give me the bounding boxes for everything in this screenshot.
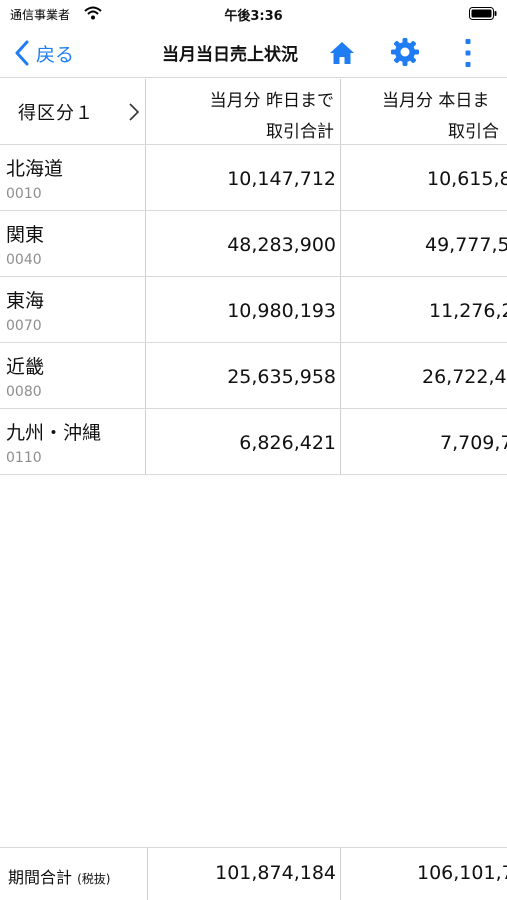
value-cell-to-today: 7,709,7 bbox=[342, 409, 507, 474]
region-cell: 九州・沖縄 0110 bbox=[0, 409, 146, 474]
back-label: 戻る bbox=[36, 43, 75, 66]
column-header-line1: 当月分 昨日まで bbox=[209, 91, 334, 111]
chevron-left-icon bbox=[15, 40, 29, 66]
value-cell-to-yesterday: 10,980,193 bbox=[147, 277, 341, 342]
column-header-line2: 取引合計 bbox=[266, 122, 334, 142]
table-row[interactable]: 東海 0070 10,980,193 11,276,2 bbox=[0, 277, 507, 343]
total-to-yesterday: 101,874,184 bbox=[215, 862, 336, 884]
status-time: 午後3:36 bbox=[224, 9, 283, 24]
battery-icon bbox=[469, 7, 497, 20]
value-cell-to-today: 26,722,4 bbox=[342, 343, 507, 408]
period-total-row: 期間合計 (税抜) 101,874,184 106,101,7 bbox=[0, 847, 507, 900]
value-to-today: 11,276,2 bbox=[429, 300, 507, 322]
total-cell-to-today: 106,101,7 bbox=[342, 848, 507, 900]
value-cell-to-yesterday: 48,283,900 bbox=[147, 211, 341, 276]
navigation-bar: 戻る 当月当日売上状況 bbox=[0, 28, 507, 78]
region-cell: 北海道 0010 bbox=[0, 145, 146, 210]
gear-icon[interactable] bbox=[390, 37, 420, 67]
more-vertical-icon[interactable] bbox=[458, 37, 478, 69]
value-to-today: 26,722,4 bbox=[422, 366, 507, 388]
value-cell-to-today: 11,276,2 bbox=[342, 277, 507, 342]
back-button[interactable]: 戻る bbox=[14, 38, 74, 68]
column-header-line1: 当月分 本日ま bbox=[382, 91, 490, 111]
sales-table: 得区分１ 当月分 昨日まで 取引合計 当月分 本日ま 取引合 北海道 0010 … bbox=[0, 79, 507, 475]
table-row[interactable]: 関東 0040 48,283,900 49,777,5 bbox=[0, 211, 507, 277]
region-name: 近畿 bbox=[6, 356, 45, 378]
region-code: 0070 bbox=[6, 318, 42, 334]
column-header-to-today: 当月分 本日ま 取引合 bbox=[342, 79, 507, 144]
value-to-yesterday: 6,826,421 bbox=[239, 432, 336, 454]
total-to-today: 106,101,7 bbox=[417, 862, 507, 884]
value-to-today: 10,615,8 bbox=[427, 168, 507, 190]
table-header-row: 得区分１ 当月分 昨日まで 取引合計 当月分 本日ま 取引合 bbox=[0, 79, 507, 145]
region-code: 0110 bbox=[6, 450, 42, 466]
tax-excluded-note: (税抜) bbox=[77, 872, 111, 886]
group-selector-label: 得区分１ bbox=[18, 102, 94, 124]
value-to-today: 49,777,5 bbox=[425, 234, 507, 256]
value-to-today: 7,709,7 bbox=[440, 432, 507, 454]
region-name: 九州・沖縄 bbox=[6, 422, 102, 444]
region-cell: 近畿 0080 bbox=[0, 343, 146, 408]
value-cell-to-yesterday: 6,826,421 bbox=[147, 409, 341, 474]
status-bar: 通信事業者 午後3:36 bbox=[0, 0, 507, 28]
region-code: 0010 bbox=[6, 186, 42, 202]
value-to-yesterday: 10,980,193 bbox=[227, 300, 336, 322]
page-title: 当月当日売上状況 bbox=[162, 45, 298, 65]
home-icon[interactable] bbox=[328, 39, 356, 67]
value-to-yesterday: 48,283,900 bbox=[227, 234, 336, 256]
period-total-label: 期間合計 (税抜) bbox=[8, 864, 110, 888]
group-selector[interactable]: 得区分１ bbox=[0, 79, 146, 144]
region-code: 0040 bbox=[6, 252, 42, 268]
region-name: 東海 bbox=[6, 290, 45, 312]
value-to-yesterday: 25,635,958 bbox=[227, 366, 336, 388]
value-cell-to-yesterday: 10,147,712 bbox=[147, 145, 341, 210]
total-cell-to-yesterday: 101,874,184 bbox=[147, 848, 341, 900]
region-cell: 関東 0040 bbox=[0, 211, 146, 276]
period-total-title: 期間合計 bbox=[8, 868, 73, 887]
column-header-line2: 取引合 bbox=[448, 122, 499, 142]
value-cell-to-today: 10,615,8 bbox=[342, 145, 507, 210]
region-name: 関東 bbox=[6, 224, 45, 246]
table-row[interactable]: 北海道 0010 10,147,712 10,615,8 bbox=[0, 145, 507, 211]
table-row[interactable]: 九州・沖縄 0110 6,826,421 7,709,7 bbox=[0, 409, 507, 475]
value-cell-to-yesterday: 25,635,958 bbox=[147, 343, 341, 408]
region-code: 0080 bbox=[6, 384, 42, 400]
region-cell: 東海 0070 bbox=[0, 277, 146, 342]
chevron-right-icon bbox=[129, 103, 140, 121]
value-cell-to-today: 49,777,5 bbox=[342, 211, 507, 276]
region-name: 北海道 bbox=[6, 158, 64, 180]
column-header-to-yesterday: 当月分 昨日まで 取引合計 bbox=[147, 79, 341, 144]
table-row[interactable]: 近畿 0080 25,635,958 26,722,4 bbox=[0, 343, 507, 409]
value-to-yesterday: 10,147,712 bbox=[227, 168, 336, 190]
